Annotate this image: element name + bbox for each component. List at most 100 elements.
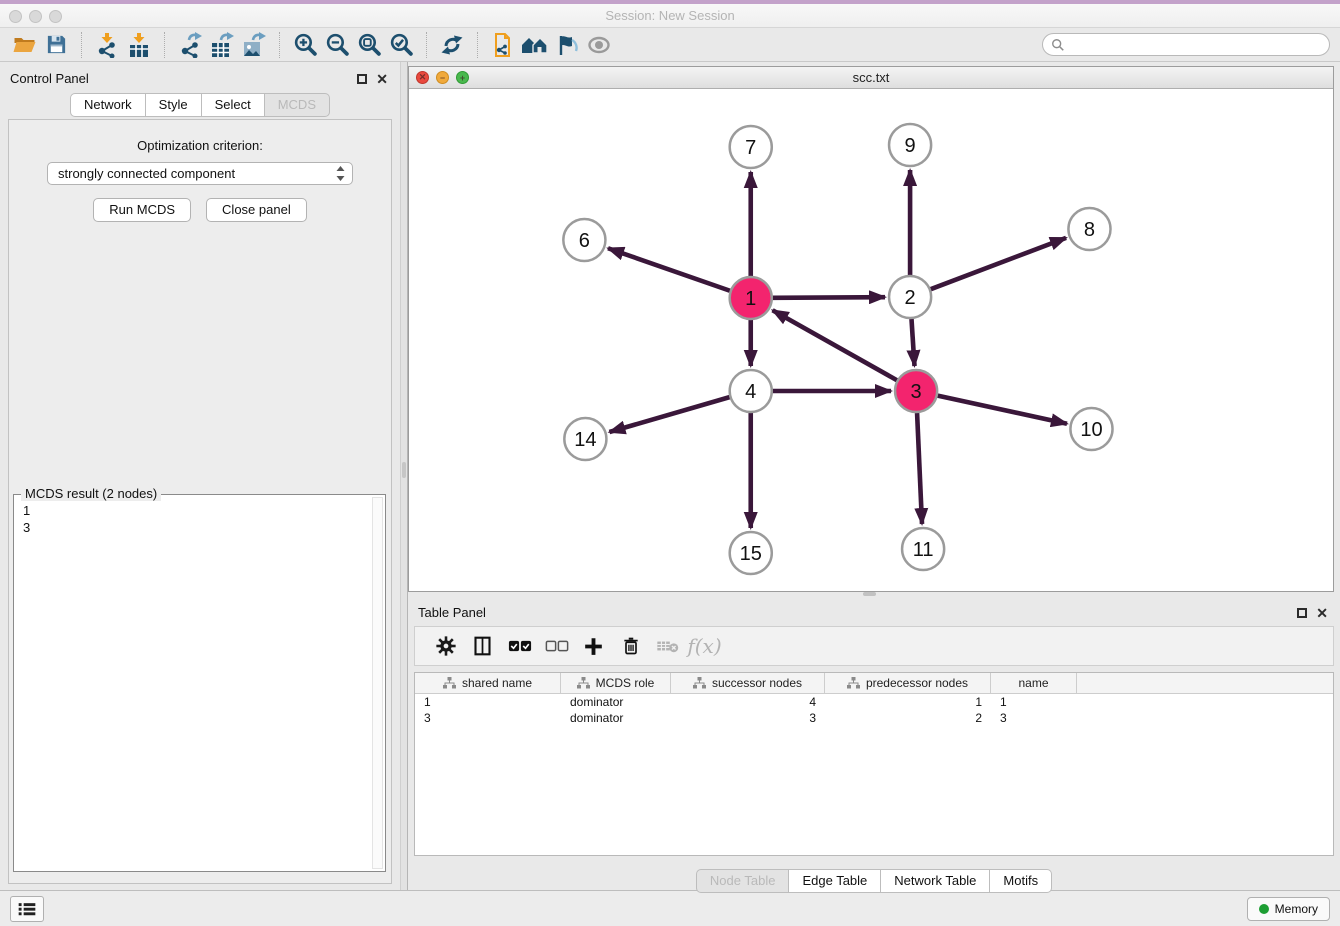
- zoom-out-icon[interactable]: [321, 31, 353, 59]
- table-cell[interactable]: 4: [671, 695, 825, 709]
- close-panel-button[interactable]: Close panel: [206, 198, 307, 222]
- network-close-button[interactable]: ✕: [416, 71, 429, 84]
- search-input[interactable]: [1070, 38, 1321, 52]
- import-table-icon[interactable]: [123, 31, 155, 59]
- import-network-icon[interactable]: [91, 31, 123, 59]
- graph-edge-2-3[interactable]: [911, 319, 914, 366]
- graph-node-10[interactable]: 10: [1070, 408, 1112, 450]
- show-all-icon[interactable]: [583, 31, 615, 59]
- zoom-selected-icon[interactable]: [385, 31, 417, 59]
- column-header-predecessor-nodes[interactable]: predecessor nodes: [825, 673, 991, 693]
- network-graph[interactable]: 7 9 6 8 1 2 4 3 14 10 15 11: [409, 89, 1333, 591]
- table-cell[interactable]: 3: [671, 711, 825, 725]
- graph-edge-1-6[interactable]: [608, 248, 730, 290]
- close-window-button[interactable]: [9, 10, 22, 23]
- graph-node-15[interactable]: 15: [730, 532, 772, 574]
- table-row[interactable]: 1dominator411: [415, 694, 1333, 710]
- graph-edge-3-11[interactable]: [917, 413, 922, 524]
- float-panel-icon[interactable]: [357, 74, 367, 84]
- graph-edge-3-10[interactable]: [938, 396, 1067, 424]
- table-settings-icon[interactable]: [427, 635, 464, 657]
- export-table-icon[interactable]: [206, 31, 238, 59]
- graph-node-3[interactable]: 3: [895, 370, 937, 412]
- graph-edge-2-8[interactable]: [931, 238, 1066, 289]
- table-cell[interactable]: dominator: [561, 711, 671, 725]
- table-cell[interactable]: 3: [415, 711, 561, 725]
- split-columns-icon[interactable]: [464, 635, 501, 657]
- mcds-result-box: MCDS result (2 nodes) 13: [13, 494, 386, 872]
- network-window-titlebar[interactable]: ✕ − + scc.txt: [409, 67, 1333, 89]
- divider-handle[interactable]: [402, 462, 406, 478]
- panel-list-button[interactable]: [10, 896, 44, 922]
- result-scrollbar[interactable]: [372, 497, 383, 869]
- main-toolbar: [0, 28, 1340, 62]
- graph-node-11[interactable]: 11: [902, 528, 944, 570]
- mcds-result-title: MCDS result (2 nodes): [21, 486, 161, 501]
- refresh-icon[interactable]: [436, 31, 468, 59]
- graph-node-1[interactable]: 1: [730, 277, 772, 319]
- zoom-fit-icon[interactable]: [353, 31, 385, 59]
- column-header-MCDS-role[interactable]: MCDS role: [561, 673, 671, 693]
- open-session-icon[interactable]: [8, 31, 40, 59]
- delete-column-icon[interactable]: [612, 635, 649, 657]
- panel-divider-vertical[interactable]: [400, 62, 408, 890]
- tab-edge-table[interactable]: Edge Table: [789, 869, 881, 893]
- column-header-name[interactable]: name: [991, 673, 1077, 693]
- tab-mcds[interactable]: MCDS: [265, 93, 330, 117]
- table-cell[interactable]: dominator: [561, 695, 671, 709]
- maximize-window-button[interactable]: [49, 10, 62, 23]
- add-column-icon[interactable]: [575, 636, 612, 657]
- column-header-shared-name[interactable]: shared name: [415, 673, 561, 693]
- criterion-select[interactable]: strongly connected component: [47, 162, 353, 185]
- graph-node-4[interactable]: 4: [730, 370, 772, 412]
- graph-node-2[interactable]: 2: [889, 276, 931, 318]
- tab-network-table[interactable]: Network Table: [881, 869, 990, 893]
- close-panel-icon[interactable]: ✕: [376, 74, 388, 84]
- table-cell[interactable]: 3: [991, 711, 1077, 725]
- search-box[interactable]: [1042, 33, 1330, 56]
- network-minimize-button[interactable]: −: [436, 71, 449, 84]
- float-panel-icon[interactable]: [1297, 608, 1307, 618]
- run-mcds-button[interactable]: Run MCDS: [93, 198, 191, 222]
- close-panel-icon[interactable]: ✕: [1316, 608, 1328, 618]
- graph-edge-1-2[interactable]: [773, 297, 885, 298]
- tab-network[interactable]: Network: [70, 93, 146, 117]
- network-maximize-button[interactable]: +: [456, 71, 469, 84]
- tab-select[interactable]: Select: [202, 93, 265, 117]
- hide-selected-icon[interactable]: [551, 31, 583, 59]
- table-panel: Table Panel ✕: [408, 596, 1340, 890]
- table-cell[interactable]: 1: [415, 695, 561, 709]
- tab-node-table[interactable]: Node Table: [696, 869, 790, 893]
- export-network-icon[interactable]: [174, 31, 206, 59]
- minimize-window-button[interactable]: [29, 10, 42, 23]
- graph-node-14[interactable]: 14: [564, 418, 606, 460]
- table-cell[interactable]: 1: [825, 695, 991, 709]
- function-builder-icon: f(x): [686, 634, 723, 658]
- new-network-from-selection-icon[interactable]: [487, 31, 519, 59]
- table-row[interactable]: 3dominator323: [415, 710, 1333, 726]
- window-title: Session: New Session: [0, 4, 1340, 28]
- column-header-successor-nodes[interactable]: successor nodes: [671, 673, 825, 693]
- mcds-result-line: 3: [23, 519, 376, 536]
- graph-node-7[interactable]: 7: [730, 126, 772, 168]
- select-all-columns-icon[interactable]: [501, 639, 538, 653]
- window-traffic-lights[interactable]: [9, 10, 62, 23]
- table-cell[interactable]: 1: [991, 695, 1077, 709]
- export-image-icon[interactable]: [238, 31, 270, 59]
- graph-edge-4-14[interactable]: [609, 397, 729, 432]
- zoom-in-icon[interactable]: [289, 31, 321, 59]
- graph-node-6[interactable]: 6: [563, 219, 605, 261]
- svg-text:9: 9: [905, 135, 916, 157]
- tab-style[interactable]: Style: [146, 93, 202, 117]
- network-canvas[interactable]: 7 9 6 8 1 2 4 3 14 10 15 11: [409, 89, 1333, 591]
- tab-motifs[interactable]: Motifs: [990, 869, 1052, 893]
- memory-button[interactable]: Memory: [1247, 897, 1330, 921]
- first-neighbors-icon[interactable]: [519, 31, 551, 59]
- table-cell[interactable]: 2: [825, 711, 991, 725]
- graph-node-8[interactable]: 8: [1068, 208, 1110, 250]
- unselect-all-columns-icon[interactable]: [538, 639, 575, 653]
- save-session-icon[interactable]: [40, 31, 72, 59]
- table-panel-header: Table Panel ✕: [408, 596, 1340, 620]
- graph-edge-3-1[interactable]: [773, 310, 897, 380]
- graph-node-9[interactable]: 9: [889, 124, 931, 166]
